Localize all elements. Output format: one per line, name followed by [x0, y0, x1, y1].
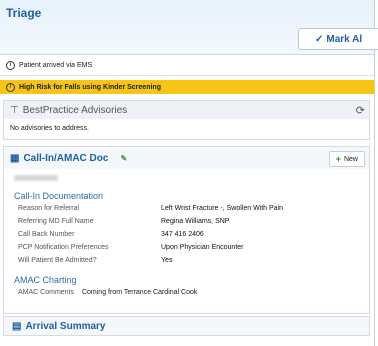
arrival-summary-header[interactable]: ▤ Arrival Summary: [3, 316, 370, 336]
new-label: New: [343, 155, 358, 163]
redacted-text: [14, 175, 58, 181]
table-icon: ▦: [10, 152, 20, 164]
new-button[interactable]: + New: [328, 151, 365, 167]
call-in-documentation-heading: Call-In Documentation: [14, 191, 104, 201]
ems-arrival-text: Patient arrived via EMS: [19, 62, 93, 69]
mark-all-button[interactable]: ✓ Mark Al: [298, 28, 378, 50]
field-row: Call Back Number 347 416 2406: [18, 231, 204, 238]
field-label: Will Patient Be Admitted?: [18, 257, 97, 264]
bpa-section: ⊤ BestPractice Advisories ⟳ No advisorie…: [3, 100, 370, 140]
checkmark-icon: ✓: [315, 33, 324, 45]
bpa-header[interactable]: ⊤ BestPractice Advisories: [4, 101, 369, 119]
mark-all-label: Mark Al: [326, 33, 363, 45]
field-value: Regina Williams, SNP: [161, 218, 230, 225]
amac-comments-label: AMAC Comments: [18, 289, 75, 296]
ems-arrival-notice: i Patient arrived via EMS: [0, 56, 374, 76]
bpa-message: No advisories to address.: [10, 125, 89, 132]
edit-icon[interactable]: ✎: [120, 154, 127, 163]
document-icon: ▤: [12, 320, 22, 332]
flag-icon: ⊤: [10, 104, 19, 116]
field-value: 347 416 2406: [161, 231, 204, 238]
page-title: Triage: [6, 6, 42, 20]
field-row: PCP Notification Preferences Upon Physic…: [18, 244, 244, 251]
plus-icon: +: [335, 154, 341, 164]
field-row: Will Patient Be Admitted? Yes: [18, 257, 172, 264]
refresh-icon[interactable]: ⟳: [356, 104, 365, 117]
field-value: Left Wrist Fracture -, Swollen With Pain: [161, 205, 284, 212]
field-label: Reason for Referral: [18, 205, 80, 212]
triage-panel: Triage ✓ Mark Al i Patient arrived via E…: [0, 0, 378, 346]
call-in-doc-title: Call-In/AMAC Doc: [23, 152, 109, 164]
header-bar: Triage ✓ Mark Al: [0, 0, 378, 55]
field-label: Call Back Number: [18, 231, 75, 238]
amac-comments-row: AMAC Comments Coming from Terrance Cardi…: [18, 289, 197, 296]
field-value: Upon Physician Encounter: [161, 244, 244, 251]
field-row: Reason for Referral Left Wrist Fracture …: [18, 205, 283, 212]
bpa-title: BestPractice Advisories: [22, 104, 128, 116]
fall-risk-banner: ! High Risk for Falls using Kinder Scree…: [0, 80, 374, 94]
amac-comments-value: Coming from Terrance Cardinal Cook: [81, 289, 198, 296]
field-label: PCP Notification Preferences: [18, 244, 109, 251]
field-row: Referring MD Full Name Regina Williams, …: [18, 218, 229, 225]
amac-charting-heading: AMAC Charting: [14, 275, 77, 285]
fall-risk-text: High Risk for Falls using Kinder Screeni…: [19, 83, 161, 91]
field-label: Referring MD Full Name: [18, 218, 94, 225]
info-icon: i: [6, 61, 15, 70]
warning-icon: !: [6, 82, 15, 92]
arrival-summary-title: Arrival Summary: [25, 320, 106, 332]
call-in-doc-section: ▦ Call-In/AMAC Doc ✎ + New Call-In Docum…: [3, 146, 370, 314]
call-in-doc-header[interactable]: ▦ Call-In/AMAC Doc ✎: [4, 147, 369, 169]
field-value: Yes: [161, 257, 173, 264]
